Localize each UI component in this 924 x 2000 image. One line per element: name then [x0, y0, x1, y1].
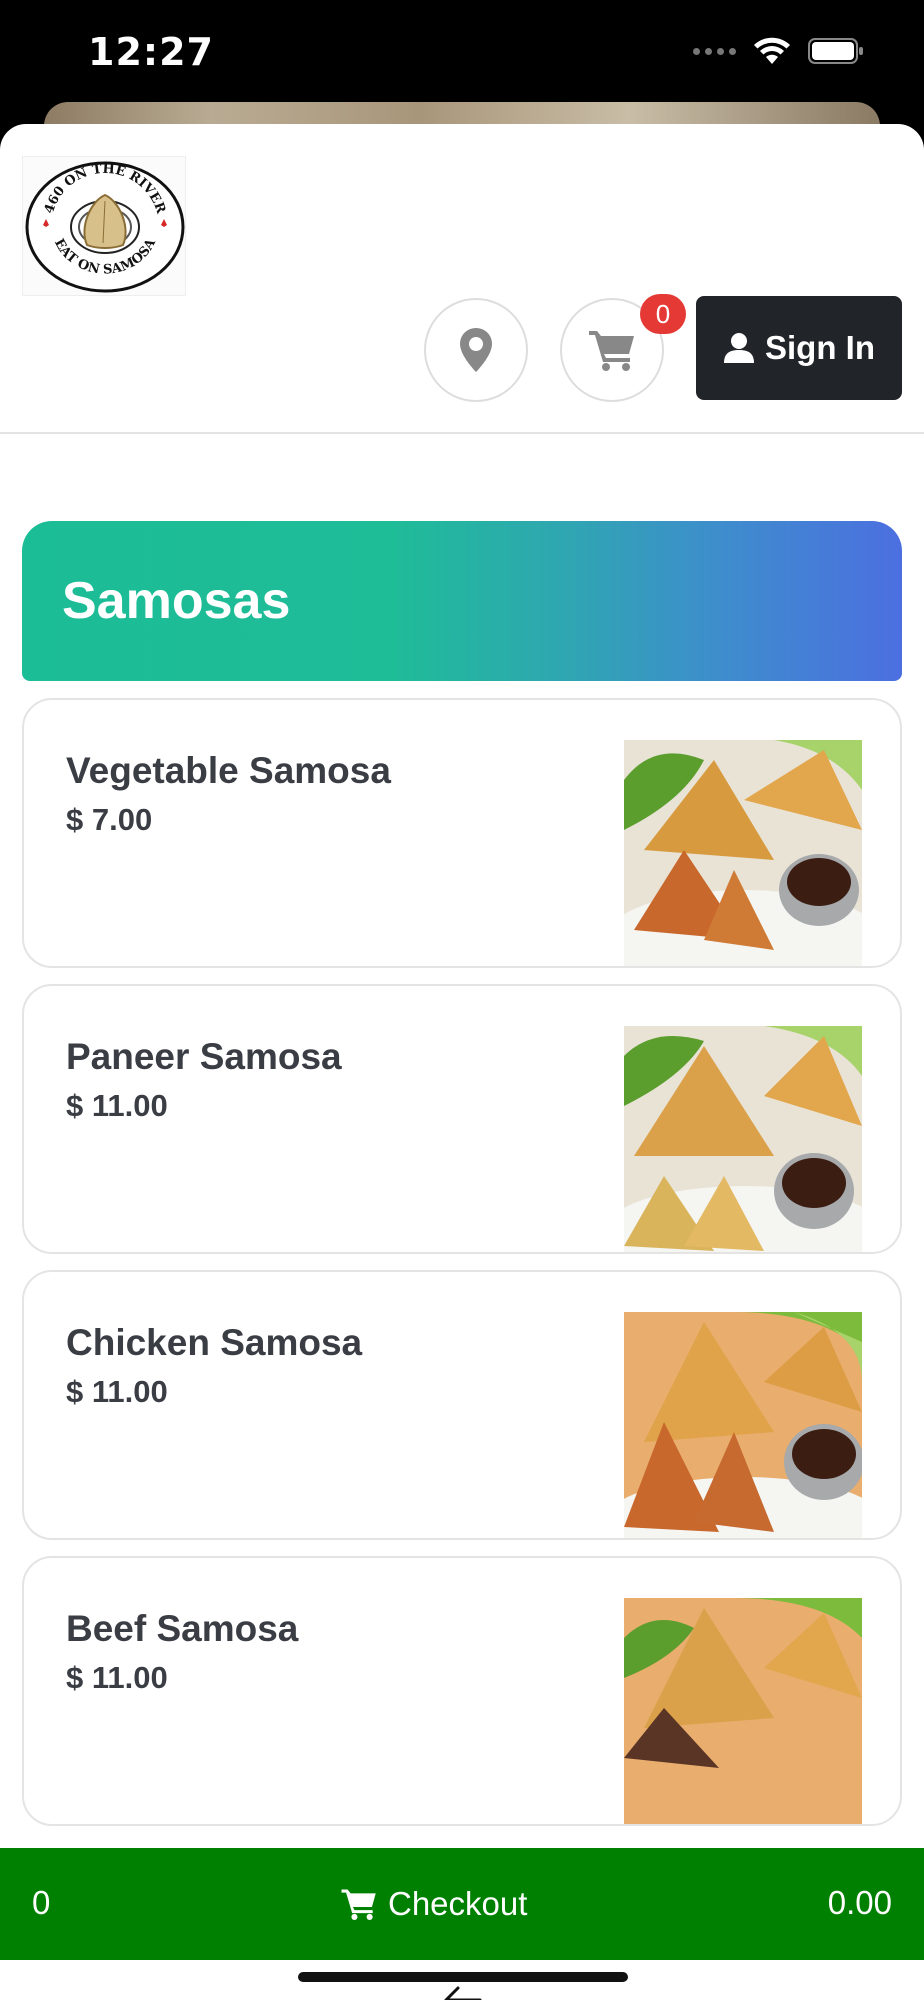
menu-item-price: $ 11.00: [66, 1660, 168, 1695]
checkout-button[interactable]: Checkout: [340, 1878, 527, 1930]
menu-item-card[interactable]: Beef Samosa $ 11.00: [22, 1556, 902, 1826]
category-banner: Samosas: [22, 521, 902, 681]
arrow-left-icon: [444, 1986, 482, 2000]
checkout-label: Checkout: [388, 1885, 528, 1922]
menu-item-card[interactable]: Chicken Samosa $ 11.00: [22, 1270, 902, 1540]
menu-item-name: Beef Samosa: [66, 1608, 299, 1649]
shopping-cart-icon: [341, 1889, 376, 1920]
sign-in-button[interactable]: Sign In: [696, 296, 902, 400]
map-marker-icon: [460, 328, 492, 372]
menu-item-image: [624, 1598, 862, 1824]
back-button[interactable]: [438, 1980, 486, 2000]
app-header: 460 ON THE RIVER EAT ON SAMOSA 0 Sign In: [0, 124, 924, 434]
main-sheet: 460 ON THE RIVER EAT ON SAMOSA 0 Sign In…: [0, 124, 924, 2000]
cart-item-count: 0: [32, 1884, 51, 1921]
menu-item-price: $ 11.00: [66, 1374, 168, 1409]
status-time: 12:27: [88, 30, 214, 74]
location-button[interactable]: [424, 298, 528, 402]
category-title: Samosas: [62, 572, 291, 630]
home-indicator[interactable]: [298, 1972, 628, 1982]
menu-item-image: [624, 740, 862, 966]
checkout-bar: 0 Checkout 0.00: [0, 1848, 924, 1960]
cart-button[interactable]: 0: [560, 294, 686, 402]
menu-item-image: [624, 1312, 862, 1538]
menu-item-price: $ 11.00: [66, 1088, 168, 1123]
sign-in-label: Sign In: [765, 329, 875, 366]
battery-icon: [808, 38, 863, 64]
cart-count-badge: 0: [640, 294, 686, 334]
menu-item-name: Chicken Samosa: [66, 1322, 363, 1363]
cellular-signal-icon: [693, 47, 736, 55]
wifi-icon: [754, 37, 790, 64]
cart-total: 0.00: [827, 1884, 892, 1921]
menu-item-name: Vegetable Samosa: [66, 750, 391, 791]
user-icon: [724, 333, 754, 363]
menu-item-price: $ 7.00: [66, 802, 153, 837]
status-bar: 12:27: [0, 0, 924, 100]
status-icons: [693, 36, 864, 66]
menu-item-card[interactable]: Paneer Samosa $ 11.00: [22, 984, 902, 1254]
restaurant-logo[interactable]: 460 ON THE RIVER EAT ON SAMOSA: [22, 156, 186, 296]
menu-item-image: [624, 1026, 862, 1252]
menu-item-card[interactable]: Vegetable Samosa $ 7.00: [22, 698, 902, 968]
menu-item-name: Paneer Samosa: [66, 1036, 342, 1077]
shopping-cart-icon: [589, 331, 634, 371]
